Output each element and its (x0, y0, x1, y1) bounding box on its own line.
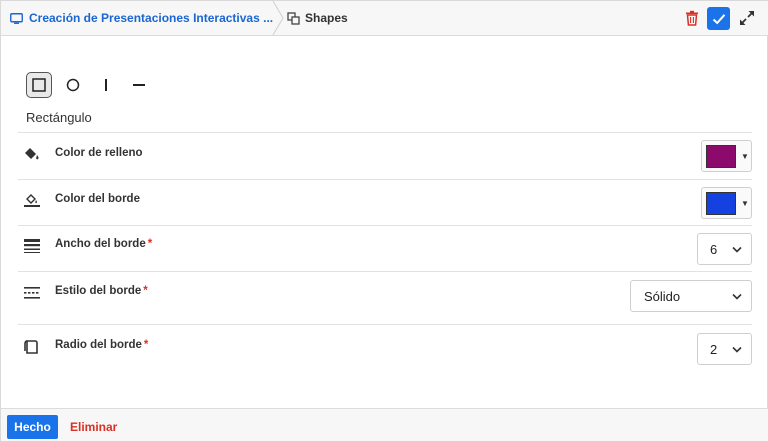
chevron-down-icon (732, 346, 742, 353)
border-radius-label-text: Radio del borde (55, 339, 142, 351)
border-color-picker[interactable]: ▼ (701, 187, 752, 219)
fill-color-row: Color de relleno ▼ (18, 132, 752, 179)
horizontal-line-icon (133, 84, 145, 86)
expand-icon[interactable] (739, 10, 755, 26)
border-width-value: 6 (710, 241, 718, 257)
line-weight-icon (24, 239, 40, 253)
shapes-icon (287, 11, 300, 25)
shape-editor-panel: Creación de Presentaciones Interactivas … (0, 0, 768, 441)
border-style-select[interactable]: Sólido (630, 280, 752, 312)
panel-header: Creación de Presentaciones Interactivas … (1, 1, 768, 36)
required-marker: * (143, 339, 149, 351)
circle-icon (66, 78, 80, 92)
confirm-button[interactable] (707, 7, 730, 30)
paint-bucket-icon (25, 148, 39, 160)
required-marker: * (147, 238, 153, 250)
dropdown-arrow-icon: ▼ (741, 151, 749, 161)
chevron-right-icon (272, 1, 284, 35)
vertical-line-icon (105, 79, 107, 91)
border-color-swatch (706, 191, 736, 215)
border-radius-label: Radio del borde * (55, 339, 148, 351)
border-style-label-text: Estilo del borde (55, 285, 142, 297)
fill-color-picker[interactable]: ▼ (701, 140, 752, 172)
done-button[interactable]: Hecho (7, 415, 58, 439)
border-color-icon (24, 194, 40, 207)
square-icon (32, 78, 46, 92)
panel-footer: Hecho Eliminar (1, 408, 768, 441)
border-style-row: Estilo del borde * Sólido (18, 271, 752, 325)
required-marker: * (143, 285, 148, 297)
border-width-select[interactable]: 6 (697, 233, 752, 265)
breadcrumb-presentation-label: Creación de Presentaciones Interactivas … (29, 11, 274, 25)
border-radius-select[interactable]: 2 (697, 333, 752, 365)
line-style-icon (24, 287, 40, 299)
trash-icon[interactable] (685, 10, 699, 26)
border-color-label: Color del borde (55, 193, 140, 205)
shape-rectangle-button[interactable] (26, 72, 52, 98)
shape-vertical-line-button[interactable] (93, 72, 119, 98)
border-radius-row: Radio del borde * 2 (18, 324, 752, 374)
shape-circle-button[interactable] (60, 72, 86, 98)
dropdown-arrow-icon: ▼ (741, 198, 749, 208)
breadcrumb-shapes-label: Shapes (305, 11, 348, 25)
breadcrumb-presentation[interactable]: Creación de Presentaciones Interactivas … (1, 1, 277, 35)
border-color-row: Color del borde ▼ (18, 179, 752, 226)
check-icon (712, 13, 725, 24)
presentation-icon (10, 12, 23, 24)
chevron-down-icon (732, 246, 742, 253)
border-width-label-text: Ancho del borde (55, 238, 146, 250)
shape-horizontal-line-button[interactable] (126, 72, 152, 98)
fill-color-label: Color de relleno (55, 147, 143, 159)
border-width-row: Ancho del borde * 6 (18, 225, 752, 272)
border-radius-value: 2 (710, 341, 718, 357)
delete-button[interactable]: Eliminar (70, 420, 117, 434)
border-style-value: Sólido (644, 288, 681, 304)
rounded-corner-icon (24, 340, 38, 354)
breadcrumb-shapes: Shapes (287, 1, 348, 35)
border-style-label: Estilo del borde * (55, 285, 148, 297)
selected-shape-label: Rectángulo (26, 110, 92, 125)
fill-color-swatch (706, 144, 736, 168)
border-width-label: Ancho del borde * (55, 238, 152, 250)
chevron-down-icon (732, 293, 742, 300)
